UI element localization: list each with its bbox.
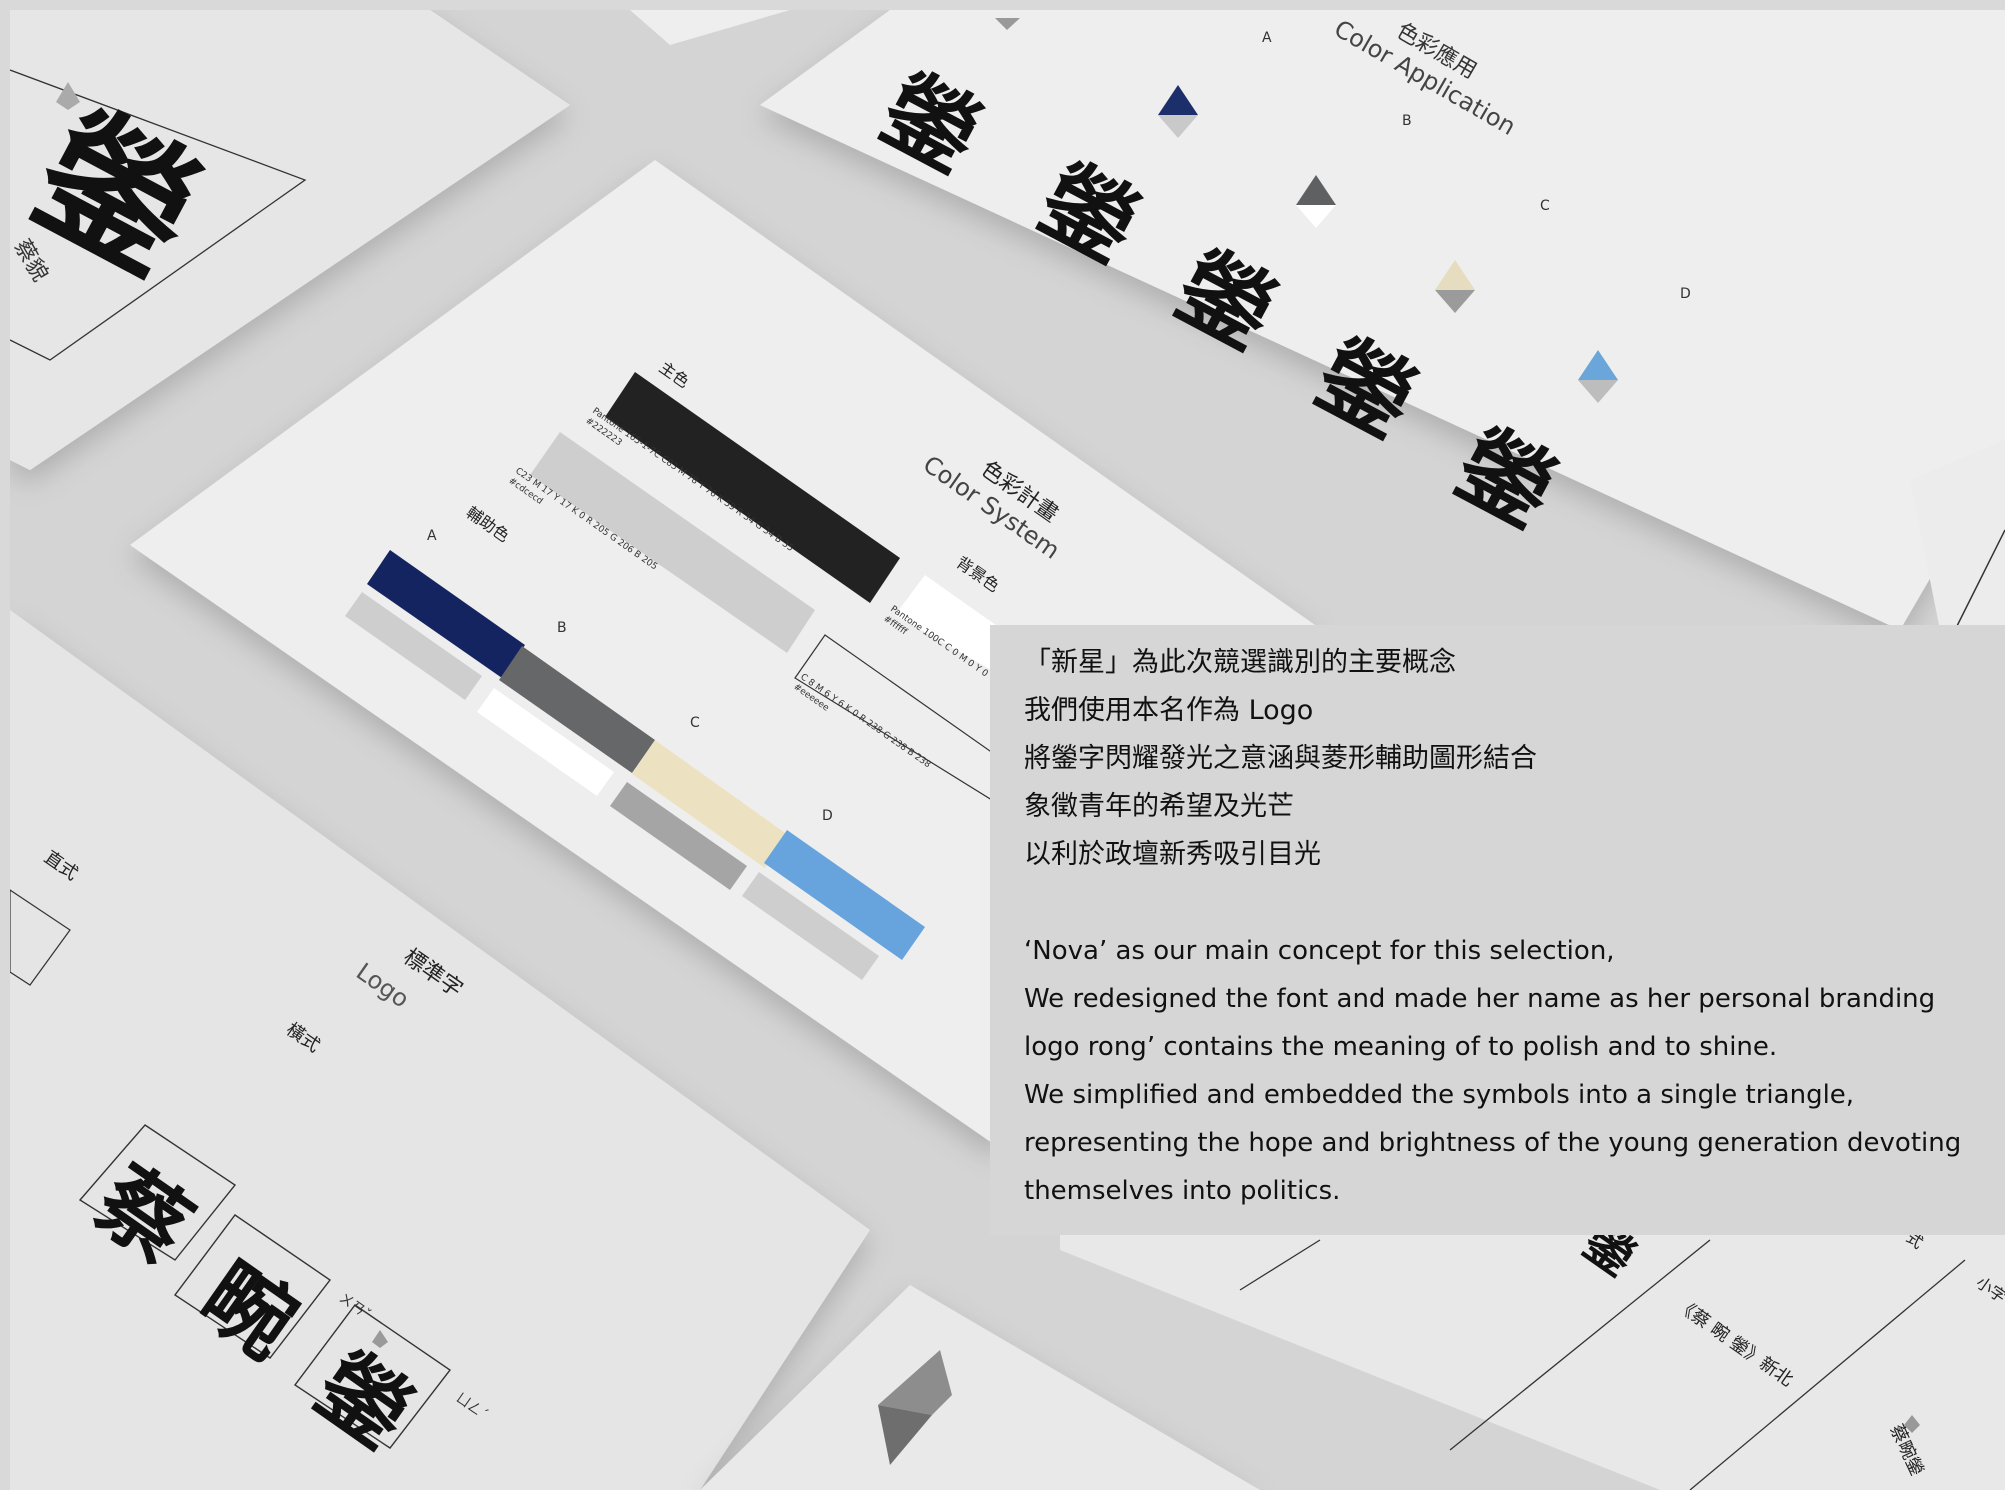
card-top-sliver xyxy=(630,10,790,45)
swatch-label-d: D xyxy=(822,808,833,824)
swatch-label-c: C xyxy=(690,715,700,731)
description-zh-line: 以利於政壇新秀吸引目光 xyxy=(1024,839,1321,870)
variant-label-a: A xyxy=(1262,30,1272,46)
description-en-line: logo rong’ contains the meaning of to po… xyxy=(1024,1032,1778,1062)
card-bottom-right: 鎣 《蔡 畹 鎣》新北 式 小字 蔡畹鎣 xyxy=(1060,1214,2005,1490)
description-zh-line: 我們使用本名作為 Logo xyxy=(1024,695,1314,726)
description-en-line: representing the hope and brightness of … xyxy=(1024,1128,1962,1158)
description-en: ‘Nova’ as our main concept for this sele… xyxy=(1024,927,1977,1215)
description-en-line: We redesigned the font and made her name… xyxy=(1024,984,1936,1014)
description-zh-line: 「新星」為此次競選識別的主要概念 xyxy=(1024,647,1456,678)
description-en-line: ‘Nova’ as our main concept for this sele… xyxy=(1024,936,1615,966)
swatch-label-a: A xyxy=(427,528,437,544)
description-en-line: We simplified and embedded the symbols i… xyxy=(1024,1080,1855,1110)
description-zh: 「新星」為此次競選識別的主要概念 我們使用本名作為 Logo 將鎣字閃耀發光之意… xyxy=(1024,639,1977,879)
variant-label-c: C xyxy=(1540,198,1550,214)
description-panel: 「新星」為此次競選識別的主要概念 我們使用本名作為 Logo 將鎣字閃耀發光之意… xyxy=(990,625,2005,1235)
variant-label-d: D xyxy=(1680,286,1691,302)
variant-label-b: B xyxy=(1402,113,1412,129)
description-zh-line: 將鎣字閃耀發光之意涵與菱形輔助圖形結合 xyxy=(1024,743,1537,774)
swatch-label-b: B xyxy=(557,620,567,636)
description-zh-line: 象徵青年的希望及光芒 xyxy=(1024,791,1294,822)
description-en-line: themselves into politics. xyxy=(1024,1176,1341,1206)
